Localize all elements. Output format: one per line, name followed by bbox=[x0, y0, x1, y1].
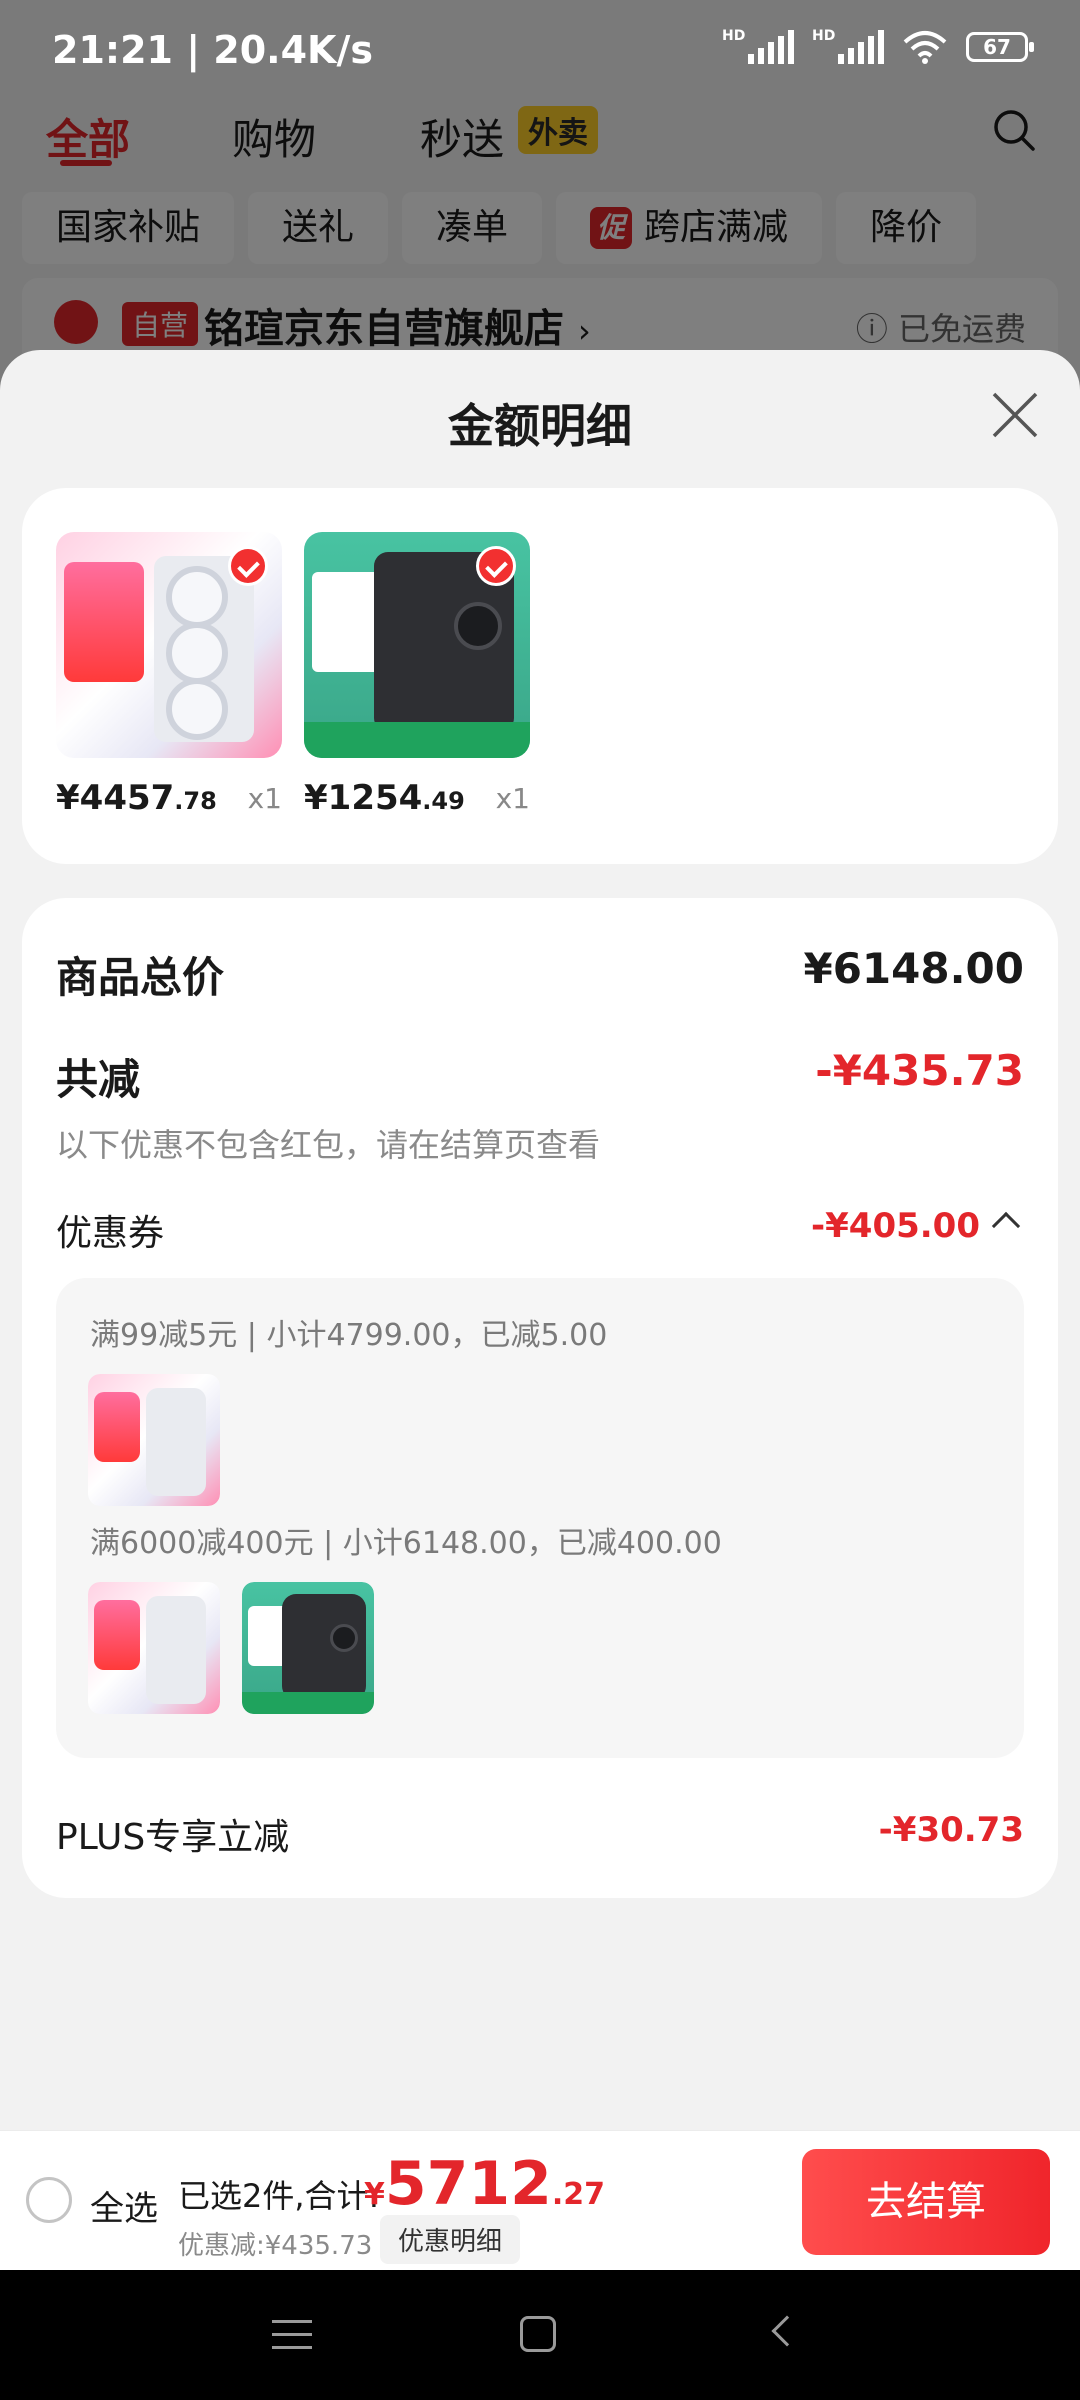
coupon-label[interactable]: 优惠券 bbox=[56, 1204, 164, 1256]
graphics-card-image bbox=[88, 1582, 220, 1714]
total-price-label: 商品总价 bbox=[56, 953, 225, 1002]
selected-count-text: 已选2件,合计: bbox=[178, 2177, 380, 2215]
product-item[interactable]: ¥4457.78 x1 bbox=[56, 532, 282, 818]
checkout-bar: 全选 已选2件,合计: ¥5712.27 优惠减:¥435.73 优惠明细 去结… bbox=[0, 2130, 1080, 2270]
close-icon[interactable] bbox=[990, 390, 1040, 440]
sheet-title: 金额明细 bbox=[448, 399, 632, 453]
discount-label: 共减 bbox=[56, 1055, 141, 1104]
graphics-card-image bbox=[88, 1374, 220, 1506]
discount-note: 以下优惠不包含红包，请在结算页查看 bbox=[56, 1126, 601, 1164]
discount-detail-button[interactable]: 优惠明细 bbox=[380, 2215, 521, 2264]
selected-check-icon bbox=[476, 546, 516, 586]
coupon-rule: 满6000减400元 | 小计6148.00，已减400.00 bbox=[90, 1526, 722, 1561]
status-bar: 21:21 | 20.4K/s HD HD 67 bbox=[0, 0, 1080, 100]
speaker-image bbox=[304, 532, 530, 758]
product-quantity: x1 bbox=[495, 782, 530, 815]
product-price: ¥1254.49 bbox=[304, 778, 465, 818]
signal-icon: HD bbox=[722, 28, 794, 64]
back-icon[interactable] bbox=[771, 2315, 803, 2347]
speaker-image bbox=[242, 1582, 374, 1714]
battery-icon: 67 bbox=[966, 32, 1034, 62]
total-price-value: ¥6148.00 bbox=[803, 944, 1024, 993]
discount-amount-text: 优惠减:¥435.73 bbox=[178, 2231, 373, 2261]
status-icons: HD HD 67 bbox=[722, 28, 1034, 64]
product-list-card: ¥4457.78 x1 ¥1254.49 x1 bbox=[22, 488, 1058, 864]
system-nav-bar bbox=[0, 2270, 1080, 2400]
discount-value: -¥435.73 bbox=[815, 1046, 1024, 1095]
signal-hd-label: HD bbox=[722, 28, 746, 44]
price-summary-card: 商品总价 ¥6148.00 共减 -¥435.73 以下优惠不包含红包，请在结算… bbox=[22, 898, 1058, 1898]
signal-icon-2: HD bbox=[812, 28, 884, 64]
checkout-button[interactable]: 去结算 bbox=[802, 2149, 1050, 2255]
coupon-product-thumb bbox=[242, 1582, 374, 1714]
coupon-product-thumb bbox=[88, 1374, 220, 1506]
product-item[interactable]: ¥1254.49 x1 bbox=[304, 532, 530, 818]
coupon-value[interactable]: -¥405.00 bbox=[811, 1206, 980, 1246]
chevron-up-icon[interactable] bbox=[991, 1211, 1021, 1241]
coupon-detail-box: 满99减5元 | 小计4799.00，已减5.00 满6000减400元 | 小… bbox=[56, 1278, 1024, 1758]
select-all-label[interactable]: 全选 bbox=[90, 2181, 158, 2230]
signal-hd-label-2: HD bbox=[812, 28, 836, 44]
status-time: 21:21 | 20.4K/s bbox=[52, 28, 373, 72]
coupon-product-thumb bbox=[88, 1582, 220, 1714]
product-quantity: x1 bbox=[247, 782, 282, 815]
product-price: ¥4457.78 bbox=[56, 778, 217, 818]
coupon-rule: 满99减5元 | 小计4799.00，已减5.00 bbox=[90, 1318, 608, 1353]
selected-check-icon bbox=[228, 546, 268, 586]
menu-icon[interactable] bbox=[272, 2320, 312, 2350]
amount-detail-sheet: 金额明细 ¥4457.78 x1 ¥1254.49 x1 商品总价 ¥6148.… bbox=[0, 350, 1080, 2270]
plus-discount-label: PLUS专享立减 bbox=[56, 1817, 290, 1858]
wifi-icon bbox=[903, 31, 947, 64]
select-all-radio[interactable] bbox=[26, 2177, 72, 2223]
total-amount: ¥5712.27 bbox=[364, 2149, 606, 2219]
graphics-card-image bbox=[56, 532, 282, 758]
plus-discount-value: -¥30.73 bbox=[878, 1810, 1024, 1850]
home-icon[interactable] bbox=[520, 2316, 556, 2352]
